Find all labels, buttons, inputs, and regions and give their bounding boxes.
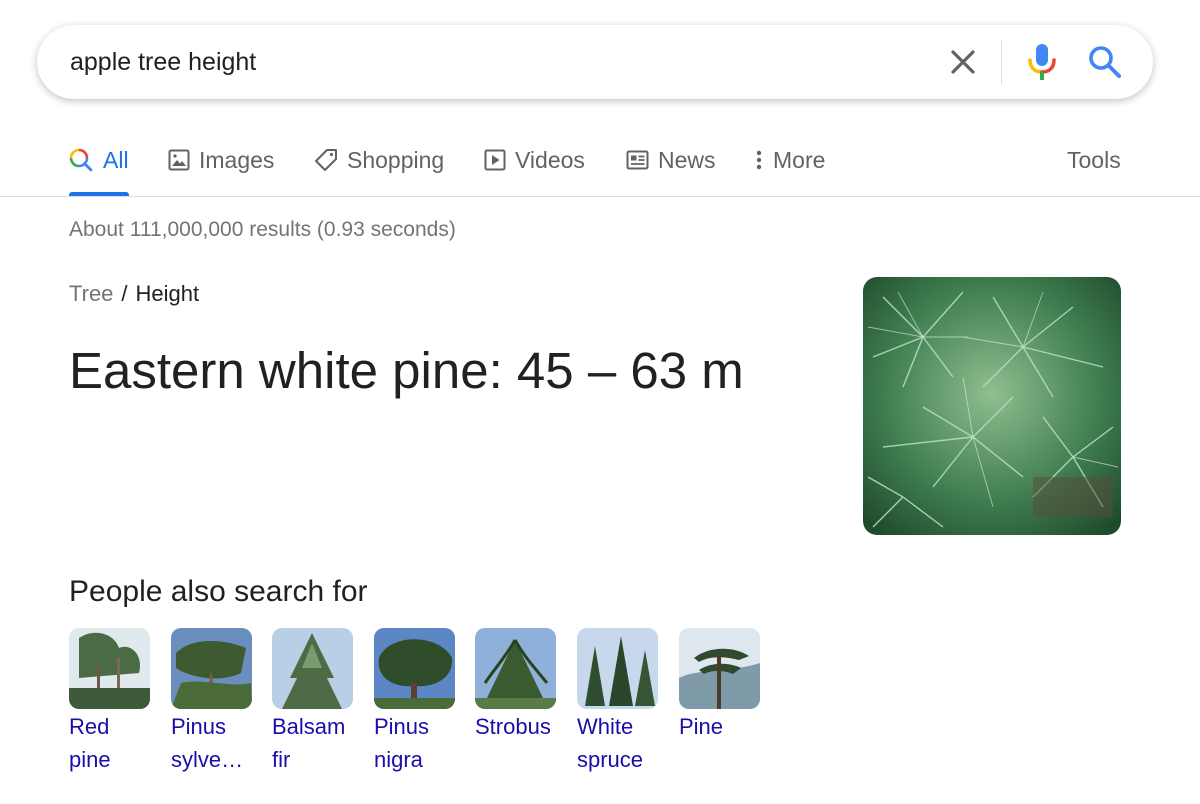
newspaper-icon bbox=[626, 150, 649, 170]
image-icon bbox=[168, 149, 190, 171]
tab-label: More bbox=[773, 146, 826, 173]
search-icon bbox=[1089, 46, 1121, 78]
pinus-nigra-thumbnail bbox=[374, 628, 455, 709]
breadcrumb: Tree / Height bbox=[69, 281, 199, 307]
microphone-icon bbox=[1028, 44, 1056, 80]
pasf-label-line1: Pine bbox=[679, 714, 724, 739]
red-pine-thumbnail bbox=[69, 628, 150, 709]
result-stats: About 111,000,000 results (0.93 seconds) bbox=[69, 218, 456, 241]
pasf-label-line1: White bbox=[577, 714, 634, 739]
play-icon bbox=[484, 149, 506, 171]
pasf-item-white-spruce[interactable]: White spruce bbox=[577, 628, 667, 775]
close-icon bbox=[951, 50, 975, 74]
strobus-thumbnail bbox=[475, 628, 556, 709]
tab-shopping[interactable]: Shopping bbox=[314, 130, 444, 196]
tab-label: All bbox=[103, 146, 129, 173]
tab-images[interactable]: Images bbox=[168, 130, 274, 196]
people-also-search-heading: People also search for bbox=[69, 575, 368, 608]
tab-news[interactable]: News bbox=[626, 130, 716, 196]
pasf-label-line2: nigra bbox=[374, 747, 423, 772]
search-tabs: All Images Shopping Videos News More Too… bbox=[0, 130, 1200, 196]
tabs-divider bbox=[0, 196, 1200, 197]
search-multicolor-icon bbox=[69, 148, 93, 171]
tab-more[interactable]: More bbox=[754, 130, 825, 196]
more-vert-icon bbox=[756, 150, 762, 170]
tab-label: News bbox=[658, 146, 716, 173]
tag-icon bbox=[315, 149, 337, 171]
search-box bbox=[37, 25, 1153, 99]
pasf-label-line2: sylve… bbox=[171, 747, 244, 772]
pasf-label-line1: Red bbox=[69, 714, 110, 739]
search-box-divider bbox=[1001, 40, 1002, 84]
pasf-item-pine[interactable]: Pine bbox=[679, 628, 769, 745]
balsam-fir-thumbnail bbox=[272, 628, 353, 709]
pasf-item-pinus-nigra[interactable]: Pinus nigra bbox=[374, 628, 464, 775]
tools-button[interactable]: Tools bbox=[1067, 130, 1121, 196]
pasf-item-red-pine[interactable]: Red pine bbox=[69, 628, 159, 775]
pine-image[interactable] bbox=[863, 277, 1121, 535]
breadcrumb-item-height: Height bbox=[135, 281, 200, 306]
pasf-label-line2: fir bbox=[272, 747, 291, 772]
clear-search-button[interactable] bbox=[945, 44, 981, 80]
tab-all[interactable]: All bbox=[69, 130, 129, 196]
breadcrumb-separator: / bbox=[121, 281, 128, 306]
pasf-item-strobus[interactable]: Strobus bbox=[475, 628, 565, 745]
pasf-item-pinus-sylvestris[interactable]: Pinus sylve… bbox=[171, 628, 261, 775]
pasf-label-line1: Pinus bbox=[171, 714, 227, 739]
pasf-label-line1: Balsam bbox=[272, 714, 346, 739]
tab-label: Shopping bbox=[347, 146, 445, 173]
pasf-label-line2: pine bbox=[69, 747, 111, 772]
search-button[interactable] bbox=[1086, 43, 1124, 81]
search-input[interactable] bbox=[70, 25, 910, 99]
tab-label: Videos bbox=[515, 146, 585, 173]
answer-text: Eastern white pine: 45 – 63 m bbox=[69, 342, 744, 399]
voice-search-button[interactable] bbox=[1025, 42, 1059, 82]
pasf-label-line1: Pinus bbox=[374, 714, 430, 739]
pinus-sylvestris-thumbnail bbox=[171, 628, 252, 709]
pasf-label-line1: Strobus bbox=[475, 714, 551, 739]
pasf-item-balsam-fir[interactable]: Balsam fir bbox=[272, 628, 362, 775]
tab-label: Images bbox=[199, 146, 275, 173]
tab-videos[interactable]: Videos bbox=[484, 130, 585, 196]
pine-thumbnail bbox=[679, 628, 760, 709]
pasf-label-line2: spruce bbox=[577, 747, 644, 772]
white-spruce-thumbnail bbox=[577, 628, 658, 709]
breadcrumb-item-tree[interactable]: Tree bbox=[69, 281, 113, 306]
